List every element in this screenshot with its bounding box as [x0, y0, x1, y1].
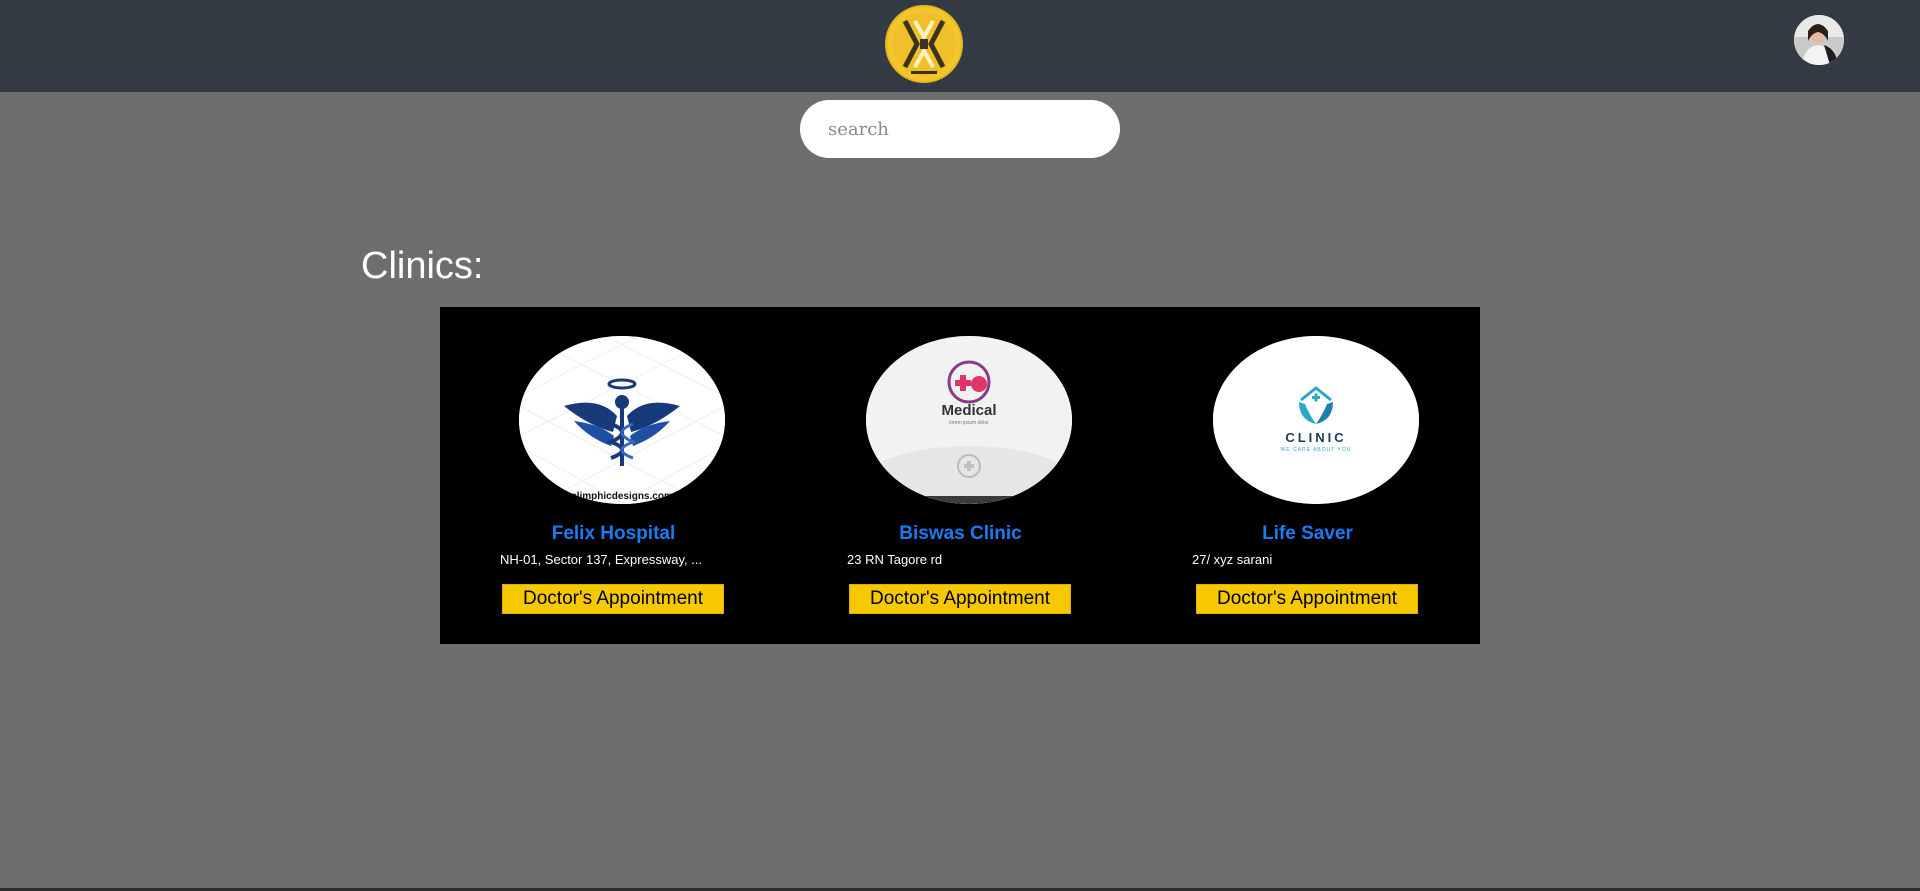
doctor-appointment-button[interactable]: Doctor's Appointment — [1196, 584, 1418, 614]
medical-logo-text: Medical — [941, 402, 996, 419]
felix-watermark: slimphicdesigns.com — [571, 491, 673, 502]
top-navbar — [0, 0, 1920, 92]
clinic-address: 23 RN Tagore rd — [847, 552, 943, 567]
clinic-address: 27/ xyz sarani — [1192, 552, 1273, 567]
clinics-list: slimphicdesigns.com Felix Hospital NH-01… — [440, 307, 1480, 644]
clinic-logo-text: CLINIC — [1285, 430, 1346, 445]
search-input[interactable] — [828, 100, 1098, 158]
clinic-card-felix-hospital: slimphicdesigns.com Felix Hospital NH-01… — [440, 307, 787, 644]
clinic-name[interactable]: Felix Hospital — [440, 523, 787, 545]
doctor-appointment-button[interactable]: Doctor's Appointment — [849, 584, 1071, 614]
medical-logo-tagline: lorem ipsum dolor — [949, 420, 989, 426]
clinic-logo-icon: CLINIC WE CARE ABOUT YOU — [1213, 336, 1419, 504]
caduceus-logo-icon: slimphicdesigns.com — [519, 336, 725, 504]
clinic-name[interactable]: Life Saver — [1134, 523, 1481, 545]
brand-logo-icon[interactable] — [885, 5, 963, 83]
doctor-appointment-button[interactable]: Doctor's Appointment — [502, 584, 724, 614]
page-title: Clinics: — [361, 245, 484, 287]
user-avatar[interactable] — [1794, 15, 1844, 65]
clinic-address: NH-01, Sector 137, Expressway, ... — [500, 552, 703, 567]
clinic-logo-tagline: WE CARE ABOUT YOU — [1281, 447, 1352, 453]
clinic-card-life-saver: CLINIC WE CARE ABOUT YOU Life Saver 27/ … — [1134, 307, 1481, 644]
clinic-name[interactable]: Biswas Clinic — [787, 523, 1134, 545]
clinic-card-biswas-clinic: Medical lorem ipsum dolor Biswas Clinic … — [787, 307, 1134, 644]
search-bar — [800, 100, 1120, 158]
medical-logo-icon: Medical lorem ipsum dolor — [866, 336, 1072, 504]
